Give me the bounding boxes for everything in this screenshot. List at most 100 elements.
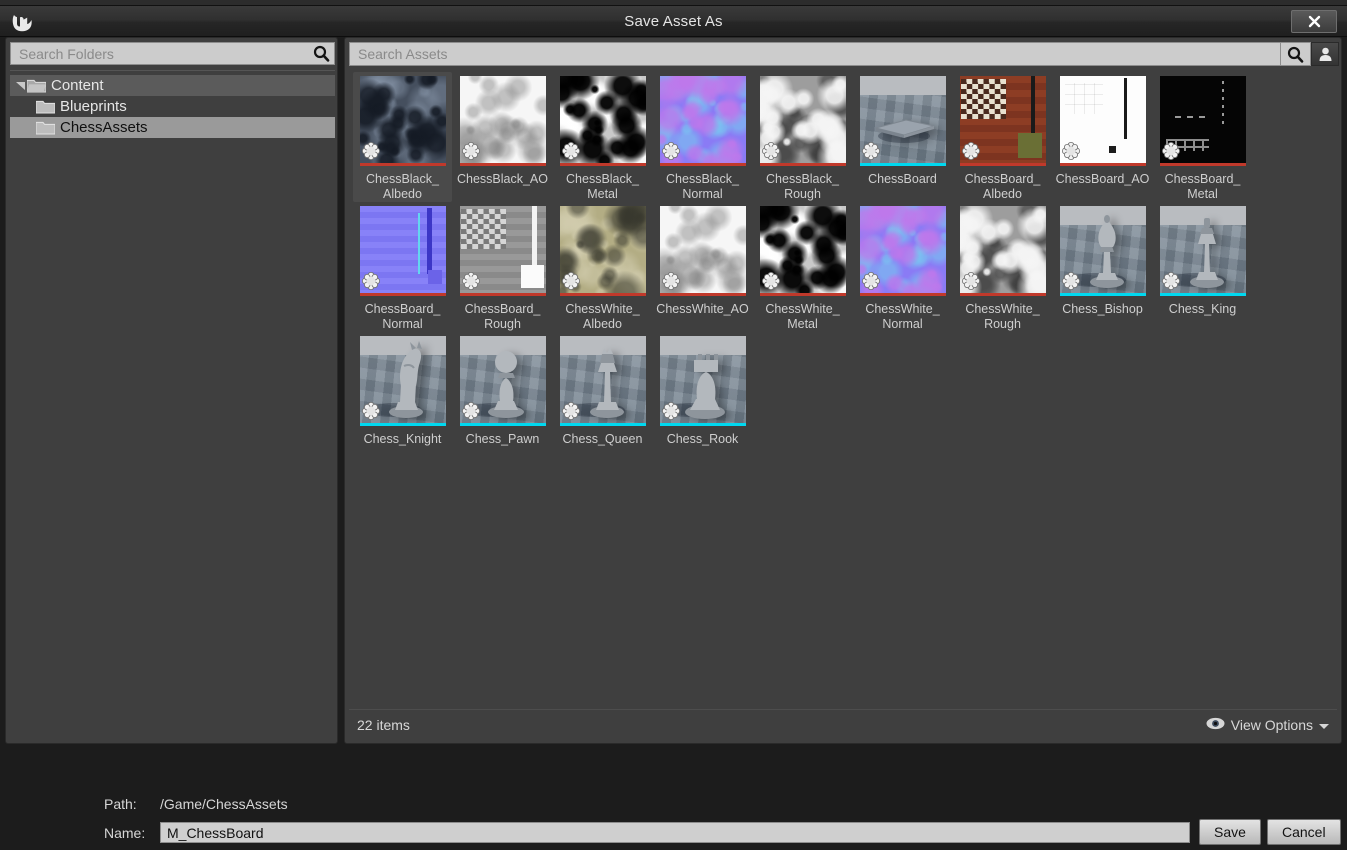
asset-tile[interactable]: ChessBlack_ Albedo [353,72,452,202]
asset-thumbnail[interactable] [359,76,446,166]
asset-tile-label: ChessWhite_AO [656,302,749,316]
asset-thumbnail[interactable] [959,76,1046,166]
asset-tile-label: ChessWhite_ Rough [965,302,1040,331]
unsaved-asset-icon [461,271,480,290]
unsaved-asset-icon [861,141,880,160]
search-folders-input[interactable]: Search Folders [10,42,335,65]
search-assets-input[interactable]: Search Assets [349,42,1281,66]
asset-type-color-bar [1059,293,1146,296]
chevron-down-icon [1319,717,1329,733]
asset-tile[interactable]: ChessBoard_ Rough [453,202,552,332]
asset-type-color-bar [1159,293,1246,296]
view-options-button[interactable]: View Options [1206,717,1329,733]
view-options-label: View Options [1230,716,1313,733]
asset-tile[interactable]: Chess_King [1153,202,1252,332]
asset-type-color-bar [359,293,446,296]
asset-tile[interactable]: ChessBlack_ Metal [553,72,652,202]
asset-tile[interactable]: ChessBoard [853,72,952,202]
asset-type-color-bar [1059,163,1146,166]
asset-thumbnail[interactable] [1059,206,1146,296]
asset-tile[interactable]: ChessBoard_ Albedo [953,72,1052,202]
asset-thumbnail[interactable] [359,206,446,296]
asset-tile[interactable]: ChessWhite_ Rough [953,202,1052,332]
asset-tile[interactable]: ChessWhite_ Normal [853,202,952,332]
asset-tile[interactable]: Chess_Pawn [453,332,552,447]
asset-tile-label: ChessWhite_ Normal [865,302,940,331]
asset-type-color-bar [559,293,646,296]
asset-thumbnail[interactable] [859,76,946,166]
save-asset-as-dialog: Save Asset As Search Folders Content Blue… [0,0,1347,850]
asset-thumbnail[interactable] [1159,76,1246,166]
asset-thumbnail[interactable] [559,76,646,166]
dialog-body: Search Folders Content Blueprints ChessAss… [0,37,1347,807]
asset-thumbnail[interactable] [559,336,646,426]
asset-tile[interactable]: ChessBoard_ Normal [353,202,452,332]
save-button[interactable]: Save [1199,819,1261,845]
asset-thumbnail[interactable] [659,206,746,296]
asset-tile[interactable]: Chess_Knight [353,332,452,447]
unsaved-asset-icon [861,271,880,290]
asset-thumbnail[interactable] [459,76,546,166]
tree-expand-arrow-icon[interactable] [14,81,27,90]
unsaved-asset-icon [561,141,580,160]
asset-tile[interactable]: Chess_Rook [653,332,752,447]
unsaved-asset-icon [361,141,380,160]
asset-thumbnail[interactable] [459,206,546,296]
asset-type-color-bar [659,423,746,426]
asset-thumbnail[interactable] [659,336,746,426]
asset-type-color-bar [359,423,446,426]
folder-tree-item-label: Content [51,77,104,94]
unsaved-asset-icon [661,271,680,290]
search-folders-placeholder: Search Folders [19,45,114,62]
unsaved-asset-icon [561,401,580,420]
folder-tree-item-content[interactable]: Content [10,75,335,96]
folder-open-icon [27,79,51,93]
folder-tree: Content Blueprints ChessAssets [10,70,335,739]
asset-thumbnail[interactable] [559,206,646,296]
asset-type-color-bar [859,293,946,296]
asset-tile-label: ChessBoard_AO [1055,172,1150,186]
folder-tree-item-chessassets[interactable]: ChessAssets [10,117,335,138]
path-value: /Game/ChessAssets [160,796,288,812]
asset-thumbnail[interactable] [1059,76,1146,166]
asset-tile-label: ChessBlack_AO [456,172,548,186]
asset-thumbnail[interactable] [459,336,546,426]
asset-tile[interactable]: ChessWhite_AO [653,202,752,332]
asset-type-color-bar [559,423,646,426]
asset-tile-label: ChessBlack_ Albedo [366,172,439,201]
close-button[interactable] [1291,10,1337,33]
unsaved-asset-icon [761,141,780,160]
asset-thumbnail[interactable] [1159,206,1246,296]
asset-tile[interactable]: ChessBlack_ Normal [653,72,752,202]
asset-thumbnail[interactable] [759,206,846,296]
asset-type-color-bar [459,293,546,296]
cancel-button[interactable]: Cancel [1267,819,1341,845]
asset-name-input[interactable] [160,822,1190,843]
asset-tile[interactable]: ChessWhite_ Metal [753,202,852,332]
search-icon[interactable] [1281,42,1311,66]
search-assets-placeholder: Search Assets [358,46,448,62]
asset-thumbnail[interactable] [359,336,446,426]
asset-tile[interactable]: ChessBlack_ Rough [753,72,852,202]
close-icon [1308,15,1320,28]
asset-tile[interactable]: ChessBlack_AO [453,72,552,202]
asset-tile[interactable]: ChessBoard_AO [1053,72,1152,202]
asset-type-color-bar [959,293,1046,296]
asset-search-row: Search Assets [349,42,1339,66]
asset-tile-label: ChessBlack_ Metal [566,172,639,201]
asset-thumbnail[interactable] [959,206,1046,296]
unsaved-asset-icon [961,141,980,160]
asset-tile[interactable]: Chess_Queen [553,332,652,447]
asset-thumbnail[interactable] [859,206,946,296]
asset-tile[interactable]: Chess_Bishop [1053,202,1152,332]
user-filter-icon[interactable] [1311,42,1339,66]
folder-icon [36,121,60,135]
unsaved-asset-icon [1061,271,1080,290]
asset-tile[interactable]: ChessBoard_ Metal [1153,72,1252,202]
asset-type-color-bar [459,163,546,166]
folder-tree-item-blueprints[interactable]: Blueprints [10,96,335,117]
asset-tile-label: ChessBlack_ Rough [766,172,839,201]
asset-thumbnail[interactable] [759,76,846,166]
asset-tile[interactable]: ChessWhite_ Albedo [553,202,652,332]
asset-thumbnail[interactable] [659,76,746,166]
